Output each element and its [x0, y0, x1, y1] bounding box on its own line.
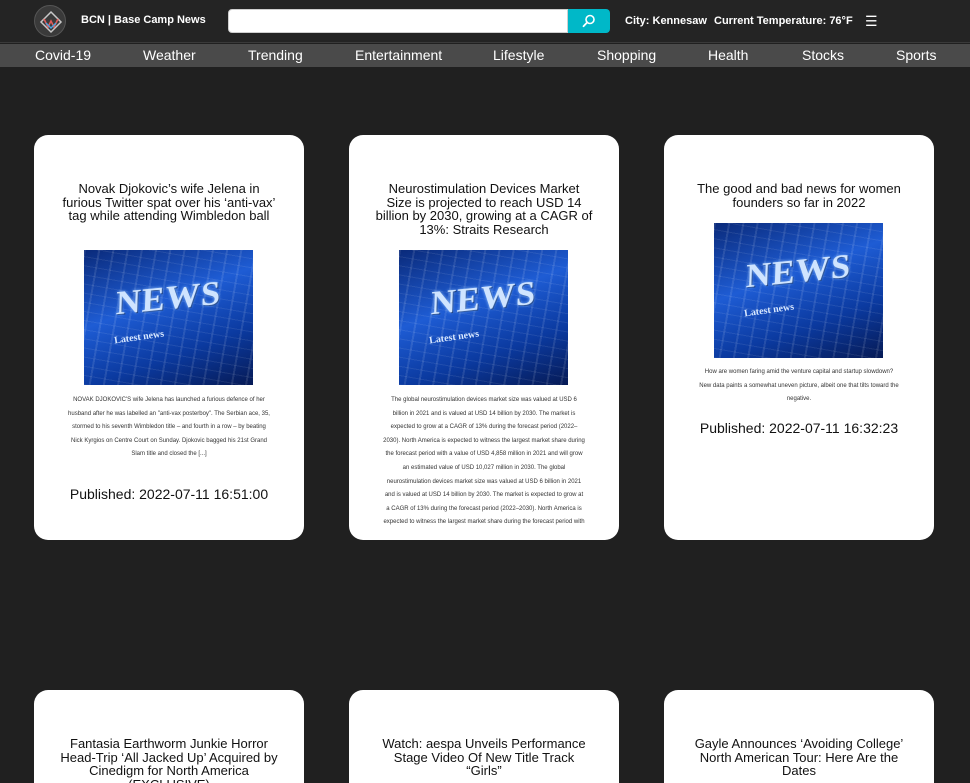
card-image[interactable]: NEWS Latest news	[84, 250, 253, 385]
card-published-date: Published: 2022-07-11 16:32:23	[699, 420, 899, 436]
card-title[interactable]: Neurostimulation Devices Market Size is …	[375, 182, 593, 237]
card-title[interactable]: Watch: aespa Unveils Performance Stage V…	[375, 737, 593, 778]
brand-title[interactable]: BCN | Base Camp News	[81, 14, 206, 26]
news-card[interactable]: The good and bad news for women founders…	[664, 135, 934, 540]
card-description: The global neurostimulation devices mark…	[383, 397, 585, 526]
nav-item-stocks[interactable]: Stocks	[802, 47, 844, 63]
nav-item-sports[interactable]: Sports	[896, 47, 936, 63]
nav-item-covid-19[interactable]: Covid-19	[35, 47, 91, 63]
search-input[interactable]	[228, 9, 568, 33]
category-nav: Covid-19 Weather Trending Entertainment …	[0, 44, 970, 67]
card-description: How are women faring amid the venture ca…	[699, 369, 899, 403]
nav-item-lifestyle[interactable]: Lifestyle	[493, 47, 544, 63]
temperature-label: Current Temperature: 76°F	[714, 15, 853, 27]
card-title[interactable]: Novak Djokovic’s wife Jelena in furious …	[60, 182, 278, 223]
card-title[interactable]: Fantasia Earthworm Junkie Horror Head-Tr…	[60, 737, 278, 783]
logo-icon	[39, 10, 63, 34]
nav-item-health[interactable]: Health	[708, 47, 748, 63]
nav-item-trending[interactable]: Trending	[248, 47, 303, 63]
brand-logo[interactable]	[34, 5, 66, 37]
card-image[interactable]: NEWS Latest news	[399, 250, 568, 385]
nav-item-shopping[interactable]: Shopping	[597, 47, 656, 63]
card-description: NOVAK DJOKOVIC'S wife Jelena has launche…	[68, 397, 270, 458]
news-card[interactable]: Novak Djokovic’s wife Jelena in furious …	[34, 135, 304, 540]
top-header: BCN | Base Camp News City: Kennesaw Curr…	[0, 0, 970, 43]
card-image[interactable]: NEWS Latest news	[714, 223, 883, 358]
nav-item-weather[interactable]: Weather	[143, 47, 196, 63]
card-published-date: Published: 2022-07-11 16:51:00	[69, 486, 269, 502]
hamburger-menu-icon[interactable]: ☰	[865, 13, 878, 29]
card-title[interactable]: The good and bad news for women founders…	[690, 182, 908, 210]
news-card[interactable]: Watch: aespa Unveils Performance Stage V…	[349, 690, 619, 783]
search-icon	[582, 14, 595, 28]
search-button[interactable]	[568, 9, 610, 33]
news-card[interactable]: Neurostimulation Devices Market Size is …	[349, 135, 619, 540]
nav-item-entertainment[interactable]: Entertainment	[355, 47, 442, 63]
card-title[interactable]: Gayle Announces ‘Avoiding College’ North…	[690, 737, 908, 778]
city-label: City: Kennesaw	[625, 15, 707, 27]
news-card[interactable]: Gayle Announces ‘Avoiding College’ North…	[664, 690, 934, 783]
news-card[interactable]: Fantasia Earthworm Junkie Horror Head-Tr…	[34, 690, 304, 783]
